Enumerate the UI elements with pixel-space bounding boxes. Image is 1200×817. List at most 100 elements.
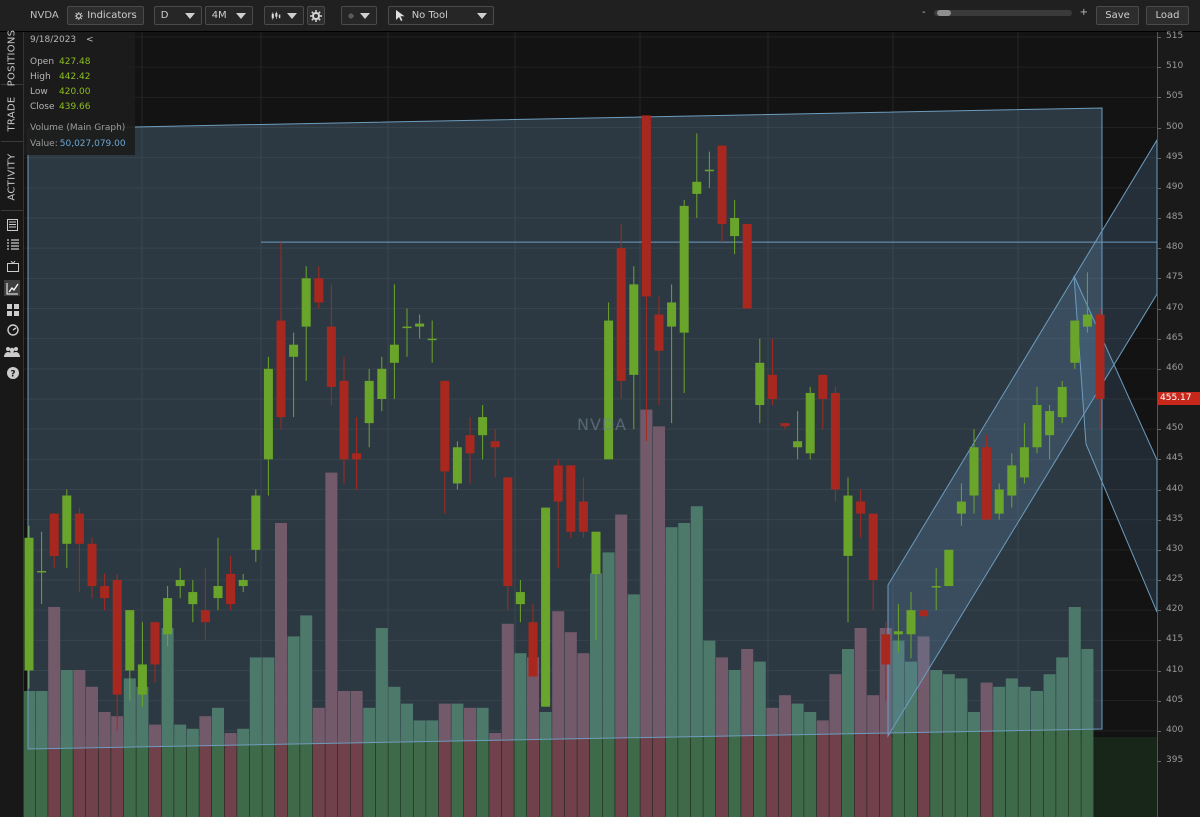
aggregation-select[interactable]: D bbox=[153, 6, 202, 25]
indicators-icon bbox=[74, 11, 83, 20]
candle-body bbox=[780, 423, 790, 427]
tab-trade-label: TRADE bbox=[6, 95, 18, 132]
tab-trade[interactable]: TRADE bbox=[1, 86, 23, 142]
price-tick: 425 bbox=[1158, 574, 1183, 584]
candle-body bbox=[314, 278, 324, 303]
candle-body bbox=[805, 392, 815, 454]
candle-body bbox=[906, 610, 916, 635]
aggregation-value: D bbox=[160, 10, 169, 21]
candle-body bbox=[503, 477, 513, 587]
save-label: Save bbox=[1105, 10, 1130, 21]
candle-style-select[interactable] bbox=[263, 6, 304, 25]
list-icon[interactable] bbox=[6, 238, 19, 251]
candle-body bbox=[553, 465, 563, 502]
price-tick-label: 395 bbox=[1166, 755, 1184, 765]
candle-body bbox=[767, 374, 777, 399]
last-price-badge: 455.17 bbox=[1158, 391, 1200, 405]
price-tick: 510 bbox=[1158, 61, 1183, 71]
zoom-in-button[interactable]: + bbox=[1080, 7, 1088, 18]
price-tick-label: 475 bbox=[1166, 272, 1184, 283]
volume-value: 50,027,079.00 bbox=[59, 139, 126, 149]
candle-body bbox=[604, 320, 614, 460]
candle-body bbox=[692, 181, 702, 194]
candle-body bbox=[100, 586, 110, 599]
price-tick: 480 bbox=[1158, 242, 1183, 252]
price-tick-label: 415 bbox=[1166, 634, 1184, 645]
candle-body bbox=[415, 323, 425, 327]
candle-body bbox=[137, 664, 147, 695]
price-tick-label: 495 bbox=[1166, 151, 1184, 162]
load-button[interactable]: Load bbox=[1146, 6, 1189, 25]
range-value: 4M bbox=[211, 10, 227, 21]
volume-bar bbox=[489, 733, 502, 817]
tab-activity[interactable]: ACTIVITY bbox=[1, 143, 23, 211]
drawing-tool-select[interactable]: No Tool bbox=[387, 6, 494, 25]
range-select[interactable]: 4M bbox=[204, 6, 253, 25]
candle-body bbox=[263, 368, 273, 460]
collapse-data-box-button[interactable]: < bbox=[86, 35, 94, 45]
price-tick-label: 485 bbox=[1166, 212, 1184, 222]
candle-body bbox=[956, 501, 966, 514]
candle-body bbox=[402, 326, 412, 329]
price-tick: 440 bbox=[1158, 484, 1183, 494]
candle-body bbox=[251, 495, 261, 550]
gauge-icon[interactable] bbox=[6, 323, 19, 336]
candle-body bbox=[163, 598, 173, 635]
help-icon[interactable]: ? bbox=[6, 366, 19, 379]
zoom-slider[interactable] bbox=[933, 9, 1072, 16]
low-label: Low bbox=[30, 87, 48, 97]
tv-icon[interactable] bbox=[6, 260, 19, 273]
symbol-watermark: NVDA bbox=[577, 415, 627, 434]
save-button[interactable]: Save bbox=[1096, 6, 1139, 25]
chart-icon[interactable] bbox=[4, 280, 20, 296]
price-tick: 445 bbox=[1158, 453, 1183, 463]
open-value: 427.48 bbox=[59, 57, 91, 67]
grid-icon[interactable] bbox=[6, 303, 19, 316]
crosshair-select[interactable] bbox=[340, 6, 377, 25]
rectangle-drawing bbox=[27, 107, 1103, 750]
price-tick: 495 bbox=[1158, 152, 1183, 162]
price-tick: 515 bbox=[1158, 31, 1183, 41]
tab-positions[interactable]: POSITIONS bbox=[1, 30, 23, 86]
candle-body bbox=[427, 338, 437, 341]
candle-body bbox=[591, 531, 601, 574]
candle-body bbox=[74, 513, 84, 544]
settings-button[interactable] bbox=[306, 6, 325, 25]
price-tick-label: 450 bbox=[1166, 423, 1184, 434]
price-tick: 450 bbox=[1158, 423, 1183, 433]
price-tick: 465 bbox=[1158, 333, 1183, 343]
data-box: 9/18/2023 < Open 427.48 High 442.42 Low 420… bbox=[24, 32, 135, 155]
chevron-down-icon bbox=[476, 12, 487, 19]
open-label: Open bbox=[30, 57, 55, 67]
price-tick: 420 bbox=[1158, 604, 1183, 614]
price-tick: 430 bbox=[1158, 544, 1183, 554]
indicators-button[interactable]: Indicators bbox=[66, 6, 144, 25]
price-tick-label: 500 bbox=[1166, 121, 1184, 132]
candle-body bbox=[440, 380, 450, 472]
price-tick-label: 420 bbox=[1166, 604, 1184, 615]
candle-body bbox=[301, 278, 311, 327]
price-tick-label: 490 bbox=[1166, 181, 1184, 192]
candle-body bbox=[629, 284, 639, 375]
zoom-slider-thumb[interactable] bbox=[936, 9, 951, 16]
candle-body bbox=[919, 610, 929, 617]
candle-body bbox=[818, 374, 828, 399]
price-tick: 470 bbox=[1158, 303, 1183, 313]
price-tick-label: 510 bbox=[1166, 61, 1184, 72]
price-tick-label: 400 bbox=[1166, 724, 1184, 735]
news-icon[interactable] bbox=[6, 218, 19, 231]
candle-body bbox=[1057, 386, 1067, 418]
candle-body bbox=[843, 495, 853, 556]
candle-body bbox=[24, 537, 34, 671]
chart-toolbar: NVDA Indicators D 4M No Tool - + Save Lo… bbox=[0, 0, 1200, 32]
price-tick-label: 460 bbox=[1166, 362, 1184, 373]
community-icon[interactable] bbox=[4, 345, 20, 358]
candle-body bbox=[465, 435, 475, 454]
drawing-tool-value: No Tool bbox=[411, 10, 448, 21]
zoom-out-button[interactable]: - bbox=[922, 7, 926, 18]
price-chart[interactable]: NVDA bbox=[24, 32, 1157, 817]
price-axis[interactable]: 5155105055004954904854804754704654604554… bbox=[1157, 31, 1200, 817]
price-tick-label: 435 bbox=[1166, 513, 1184, 524]
candle-body bbox=[616, 248, 626, 381]
crosshair-icon bbox=[347, 12, 354, 19]
